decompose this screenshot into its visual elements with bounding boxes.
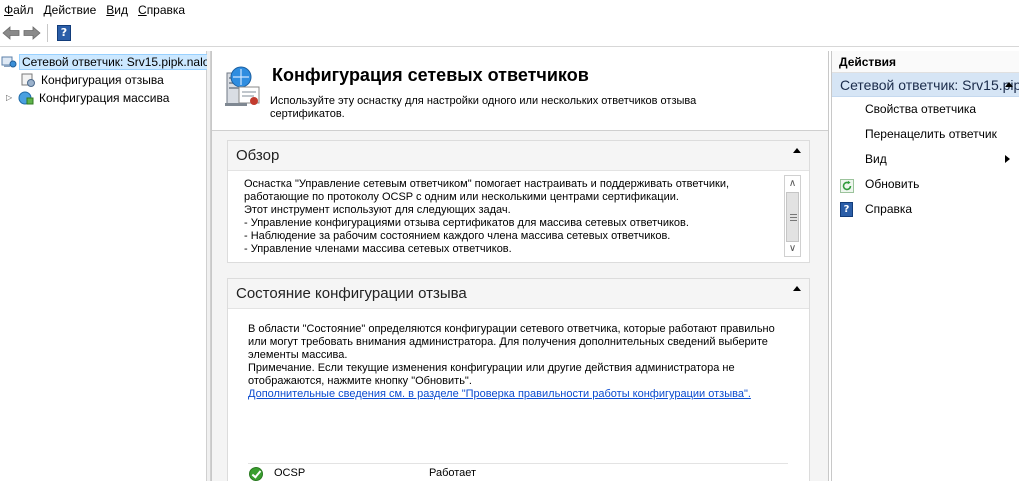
- back-arrow-icon: [2, 26, 20, 40]
- grip-line: [790, 217, 797, 218]
- tree-item-array-config[interactable]: ▷ Конфигурация массива: [6, 89, 171, 107]
- help-icon: ?: [57, 25, 71, 41]
- action-view[interactable]: Вид: [832, 147, 1019, 172]
- status-row-ocsp[interactable]: OCSP Работает: [248, 463, 788, 481]
- help-icon: ?: [840, 202, 854, 217]
- status-header: Состояние конфигурации отзыва: [228, 279, 809, 309]
- array-icon: [18, 91, 34, 105]
- overview-line: работающие по протоколу OCSP с одним или…: [244, 191, 679, 203]
- menu-view[interactable]: Вид: [101, 0, 133, 20]
- action-refresh[interactable]: Обновить: [832, 172, 1019, 197]
- scroll-down-icon[interactable]: ∨: [785, 241, 800, 256]
- refresh-icon: [840, 177, 854, 193]
- action-responder-properties[interactable]: Свойства ответчика: [832, 97, 1019, 122]
- scroll-thumb[interactable]: [786, 192, 799, 242]
- help-glyph: ?: [840, 202, 853, 217]
- status-row-name: OCSP: [274, 467, 306, 479]
- back-button[interactable]: [1, 23, 21, 43]
- grip-line: [790, 220, 797, 221]
- menu-bar: Файл Действие Вид Справка: [0, 0, 1019, 20]
- actions-section-header[interactable]: Сетевой ответчик: Srv15.pipk.nalog: [832, 73, 1019, 97]
- overview-title: Обзор: [236, 147, 280, 164]
- menu-action[interactable]: Действие: [39, 0, 102, 20]
- more-info-link[interactable]: Дополнительные сведения см. в разделе "П…: [248, 388, 751, 400]
- status-panel: Состояние конфигурации отзыва В области …: [227, 278, 810, 481]
- overview-line: - Управление членами массива сетевых отв…: [244, 243, 512, 255]
- snapin-header: Конфигурация сетевых ответчиков Использу…: [212, 51, 828, 131]
- overview-text: Оснастка "Управление сетевым ответчиком"…: [228, 171, 809, 263]
- page-title: Конфигурация сетевых ответчиков: [272, 65, 589, 85]
- action-label: Свойства ответчика: [865, 102, 977, 116]
- responder-icon: [1, 56, 17, 68]
- status-text: В области "Состояние" определяются конфи…: [228, 309, 809, 481]
- collapse-overview-icon[interactable]: [793, 148, 801, 153]
- tree-item-revocation-config[interactable]: Конфигурация отзыва: [20, 71, 166, 89]
- tree-item-root-label: Сетевой ответчик: Srv15.pipk.nalo: [19, 54, 213, 70]
- overview-header: Обзор: [228, 141, 809, 171]
- status-row-state: Работает: [429, 467, 477, 479]
- server-certificate-icon: [225, 66, 260, 106]
- action-retarget-responder[interactable]: Перенацелить ответчик: [832, 122, 1019, 147]
- menu-file[interactable]: Файл: [0, 0, 39, 20]
- action-help[interactable]: ? Справка: [832, 197, 1019, 222]
- console-tree: Сетевой ответчик: Srv15.pipk.nalo Конфиг…: [0, 51, 213, 481]
- status-title: Состояние конфигурации отзыва: [236, 285, 467, 302]
- center-pane: Конфигурация сетевых ответчиков Использу…: [211, 51, 829, 481]
- toolbar: ?: [0, 20, 1019, 47]
- actions-section-label: Сетевой ответчик: Srv15.pipk.nalog: [840, 77, 1019, 93]
- collapse-status-icon[interactable]: [793, 286, 801, 291]
- menu-help[interactable]: Справка: [133, 0, 190, 20]
- overview-line: - Управление конфигурациями отзыва серти…: [244, 217, 689, 229]
- overview-panel: Обзор Оснастка "Управление сетевым ответ…: [227, 140, 810, 263]
- submenu-arrow-icon: [1005, 155, 1010, 163]
- page-description: Используйте эту оснастку для настройки о…: [270, 95, 697, 120]
- tree-item-array-config-label: Конфигурация массива: [39, 91, 170, 105]
- overview-line: Оснастка "Управление сетевым ответчиком"…: [244, 178, 730, 190]
- overview-scrollbar[interactable]: ∧ ∨: [784, 175, 801, 257]
- overview-line: - Наблюдение за рабочим состоянием каждо…: [244, 230, 671, 242]
- action-label: Справка: [865, 202, 913, 216]
- actions-title: Действия: [832, 51, 1019, 73]
- forward-button[interactable]: [22, 23, 42, 43]
- action-label: Вид: [865, 152, 887, 166]
- overview-line: Этот инструмент используют для следующих…: [244, 204, 511, 216]
- help-button[interactable]: ?: [54, 23, 74, 43]
- toolbar-separator: [47, 24, 48, 42]
- scroll-up-icon[interactable]: ∧: [785, 176, 800, 191]
- collapse-actions-icon[interactable]: [1005, 82, 1013, 87]
- action-label: Перенацелить ответчик: [865, 127, 997, 141]
- expand-icon[interactable]: ▷: [6, 94, 14, 102]
- status-paragraph: В области "Состояние" определяются конфи…: [248, 323, 775, 361]
- action-label: Обновить: [865, 177, 920, 191]
- grip-line: [790, 214, 797, 215]
- ok-check-icon: [249, 466, 263, 481]
- status-note: Примечание. Если текущие изменения конфи…: [248, 362, 735, 387]
- actions-pane: Действия Сетевой ответчик: Srv15.pipk.na…: [831, 51, 1019, 481]
- forward-arrow-icon: [23, 26, 41, 40]
- tree-item-root[interactable]: Сетевой ответчик: Srv15.pipk.nalo: [1, 53, 213, 71]
- config-icon: [21, 73, 35, 87]
- tree-item-revocation-config-label: Конфигурация отзыва: [41, 73, 164, 87]
